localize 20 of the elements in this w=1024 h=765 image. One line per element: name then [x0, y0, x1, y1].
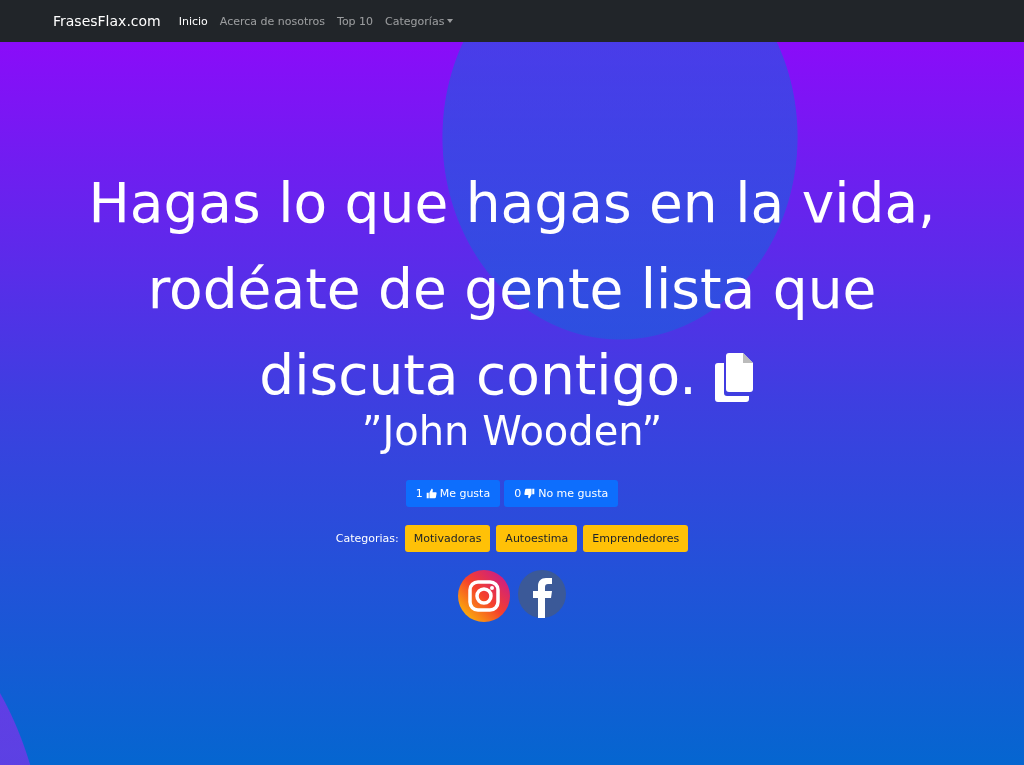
quote-text: Hagas lo que hagas en la vida,	[88, 170, 936, 237]
thumbs-down-icon	[524, 488, 536, 499]
category-tag[interactable]: Emprendedores	[583, 525, 689, 552]
category-tag[interactable]: Autoestima	[496, 525, 578, 552]
quote-text: rodéate de gente lista que	[147, 256, 877, 323]
nav-dropdown[interactable]: Categorías	[385, 14, 454, 28]
nav-link[interactable]: Top 10	[337, 14, 374, 28]
thumbs-up-icon	[425, 488, 437, 499]
quote-text: discuta contigo.	[259, 342, 697, 409]
dislike-button[interactable]: 0 No me gusta	[504, 480, 619, 507]
nav-link[interactable]: Inicio	[178, 14, 208, 28]
caret-icon	[447, 19, 454, 23]
like-button[interactable]: 1 Me gusta	[405, 480, 501, 507]
facebook-icon[interactable]	[518, 570, 566, 618]
categories-label: Categorias:	[335, 532, 399, 545]
quote-author: ”John Wooden”	[361, 408, 663, 454]
brand-link[interactable]: FrasesFlax.com	[53, 13, 161, 29]
nav-link[interactable]: Acerca de nosotros	[219, 14, 326, 28]
category-tag[interactable]: Motivadoras	[404, 525, 491, 552]
instagram-icon[interactable]	[458, 570, 510, 622]
